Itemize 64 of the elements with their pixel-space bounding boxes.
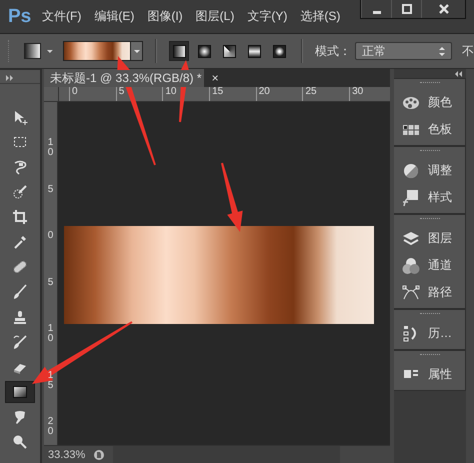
ruler-label: 10 (48, 324, 54, 346)
minimize-button[interactable] (361, 0, 391, 18)
panel-button[interactable]: 通道 (394, 252, 465, 279)
move-icon (12, 108, 28, 124)
caret-icon (134, 50, 140, 52)
path-icon (402, 284, 420, 302)
channels-icon (402, 256, 420, 274)
close-icon (436, 2, 450, 16)
finger-icon (12, 408, 28, 424)
gradient-dropdown-button[interactable] (130, 41, 144, 61)
panel-button[interactable]: 路径 (394, 279, 465, 306)
lasso-icon (12, 158, 28, 174)
style-icon (402, 188, 420, 206)
panel-button[interactable]: 图层 (394, 225, 465, 252)
history-brush-icon (12, 334, 28, 350)
gradient-preset-icon[interactable] (24, 43, 42, 59)
menu-item[interactable]: 图层(L) (196, 6, 234, 27)
ruler-label: 15 (48, 370, 54, 392)
panel-button[interactable]: 色板 (394, 116, 465, 143)
panel-button[interactable]: 样式 (394, 184, 465, 211)
ruler-label: 25 (302, 87, 350, 101)
quick-selection-icon (12, 184, 28, 200)
tab-close-button[interactable]: × (212, 71, 219, 85)
menu-item[interactable]: 图像(I) (147, 6, 183, 27)
zoom-level: 33.33% (48, 448, 86, 460)
crop-icon (12, 208, 28, 224)
menu-item[interactable]: 文件(F) (42, 6, 82, 27)
ruler-label: 0 (69, 87, 116, 101)
ruler-label: 20 (256, 87, 302, 101)
gradient-icon (12, 384, 28, 400)
layers-icon (402, 230, 420, 248)
menu-item[interactable]: 选择(S) (300, 6, 340, 27)
opacity-label: 不 (462, 42, 474, 60)
ruler-label: 15 (209, 87, 256, 101)
ruler-label: 10 (48, 138, 54, 160)
linear-gradient-button[interactable] (169, 41, 190, 61)
menu-item[interactable]: 编辑(E) (94, 6, 134, 27)
adjustment-icon (402, 162, 420, 180)
stamp-icon (12, 308, 28, 324)
eyedropper-icon (12, 234, 28, 250)
dodge-icon (12, 434, 28, 450)
gradient-tool[interactable] (5, 380, 35, 402)
caret-icon[interactable] (47, 50, 54, 52)
expand-icon (6, 74, 13, 80)
ruler-label: 0 (48, 231, 54, 243)
ruler-label: 5 (48, 184, 54, 196)
gradient-preview[interactable] (63, 41, 130, 61)
panel-button[interactable]: 调整 (394, 157, 465, 184)
stepper-icon (439, 46, 445, 56)
close-button[interactable] (421, 0, 465, 18)
horizontal-scrollbar[interactable] (113, 446, 340, 463)
ruler-label: 5 (48, 278, 54, 290)
mode-label: 模式： (315, 42, 352, 60)
panel-button[interactable]: 颜色 (394, 89, 465, 116)
menu-item[interactable]: 文字(Y) (247, 6, 288, 27)
pointer-arrow (221, 162, 243, 232)
maximize-icon (400, 2, 414, 16)
mode-select[interactable]: 正常 (355, 42, 452, 60)
app-logo: Ps (8, 6, 32, 28)
minimize-icon (372, 10, 380, 14)
maximize-button[interactable] (391, 0, 421, 18)
document-title: 未标题-1 @ 33.3%(RGB/8) * (50, 70, 202, 86)
info-icon (93, 448, 106, 460)
brush-icon (12, 284, 28, 300)
